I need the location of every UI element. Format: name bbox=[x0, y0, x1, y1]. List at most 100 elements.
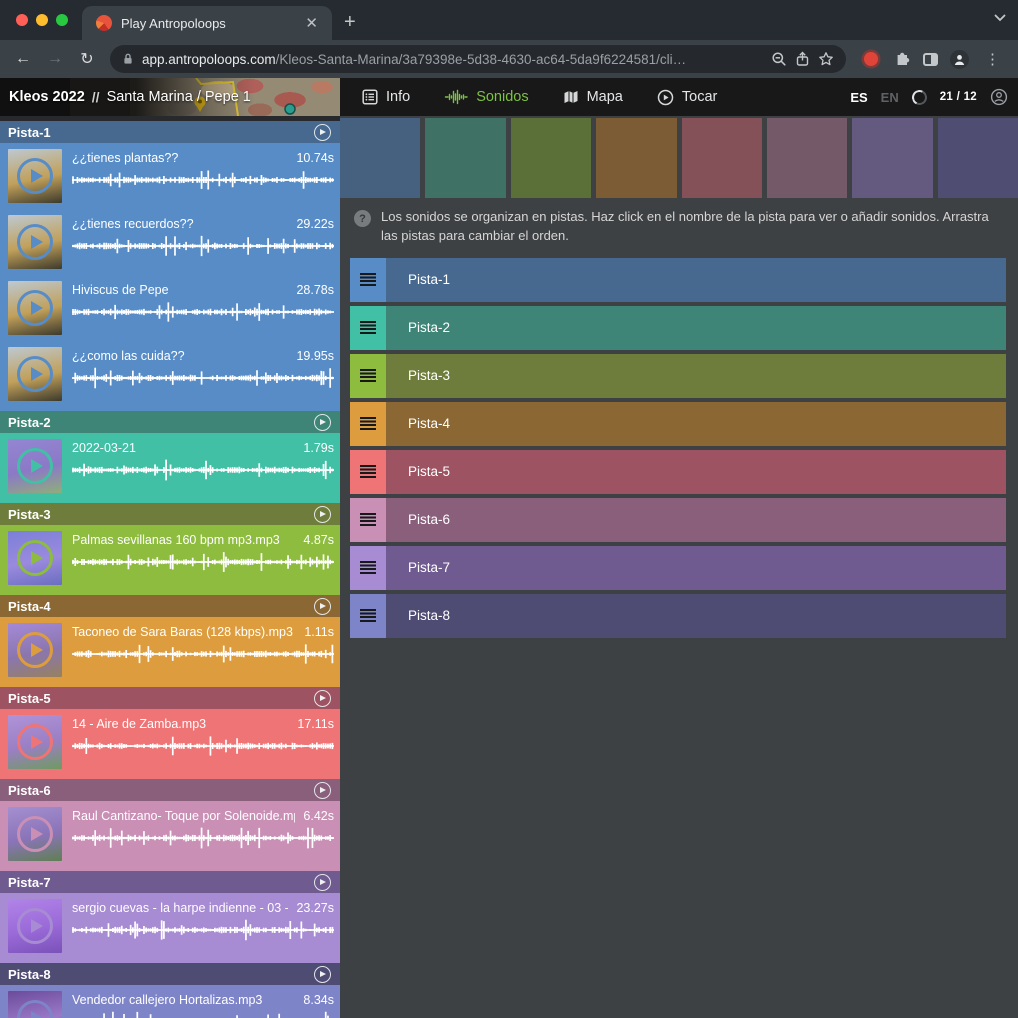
nav-item-mapa[interactable]: Mapa bbox=[563, 89, 623, 105]
tracklist-row[interactable]: Pista-3 bbox=[350, 354, 1006, 398]
clip[interactable]: 2022-03-211.79s bbox=[0, 433, 340, 503]
clip-play-overlay-icon[interactable] bbox=[17, 448, 53, 484]
clip-waveform[interactable] bbox=[72, 234, 334, 258]
track-header[interactable]: Pista-5 bbox=[0, 687, 340, 709]
tab-search-chevron-icon[interactable] bbox=[994, 14, 1006, 22]
track-play-button[interactable] bbox=[314, 782, 331, 799]
clip-waveform[interactable] bbox=[72, 550, 334, 574]
drag-handle[interactable] bbox=[350, 306, 386, 350]
track-play-button[interactable] bbox=[314, 124, 331, 141]
reload-button[interactable]: ↻ bbox=[74, 49, 100, 69]
clip-waveform[interactable] bbox=[72, 734, 334, 758]
clip-play-overlay-icon[interactable] bbox=[17, 632, 53, 668]
drag-handle[interactable] bbox=[350, 594, 386, 638]
track-header[interactable]: Pista-3 bbox=[0, 503, 340, 525]
breadcrumb-project[interactable]: Kleos 2022 bbox=[9, 89, 85, 105]
fullscreen-window-button[interactable] bbox=[56, 14, 68, 26]
clip[interactable]: Hiviscus de Pepe28.78s bbox=[0, 275, 340, 341]
drag-handle[interactable] bbox=[350, 354, 386, 398]
color-swatch[interactable] bbox=[425, 118, 505, 198]
color-swatch[interactable] bbox=[938, 118, 1018, 198]
zoom-out-icon[interactable] bbox=[771, 51, 787, 67]
color-swatch[interactable] bbox=[340, 118, 420, 198]
clip-waveform[interactable] bbox=[72, 300, 334, 324]
clip-waveform[interactable] bbox=[72, 826, 334, 850]
tracklist-row-bar[interactable]: Pista-4 bbox=[386, 402, 1006, 446]
tracklist-row[interactable]: Pista-4 bbox=[350, 402, 1006, 446]
clip-thumbnail[interactable] bbox=[8, 715, 62, 769]
clip[interactable]: Vendedor callejero Hortalizas.mp38.34s bbox=[0, 985, 340, 1018]
browser-tab[interactable]: Play Antropoloops ✕ bbox=[82, 6, 332, 40]
color-swatch[interactable] bbox=[596, 118, 676, 198]
track-header[interactable]: Pista-2 bbox=[0, 411, 340, 433]
clip-play-overlay-icon[interactable] bbox=[17, 290, 53, 326]
nav-item-tocar[interactable]: Tocar bbox=[657, 89, 717, 106]
clip-waveform[interactable] bbox=[72, 366, 334, 390]
color-swatch[interactable] bbox=[511, 118, 591, 198]
tracklist-row-bar[interactable]: Pista-5 bbox=[386, 450, 1006, 494]
menu-kebab-icon[interactable]: ⋮ bbox=[981, 50, 1004, 68]
clip-thumbnail[interactable] bbox=[8, 899, 62, 953]
new-tab-button[interactable]: + bbox=[344, 11, 356, 34]
clip-play-overlay-icon[interactable] bbox=[17, 908, 53, 944]
account-icon[interactable] bbox=[990, 88, 1008, 106]
tracklist-row-bar[interactable]: Pista-1 bbox=[386, 258, 1006, 302]
bookmark-star-icon[interactable] bbox=[818, 51, 834, 67]
lang-en[interactable]: EN bbox=[881, 90, 899, 105]
clip[interactable]: sergio cuevas - la harpe indienne - 03 -… bbox=[0, 893, 340, 963]
color-swatch[interactable] bbox=[852, 118, 932, 198]
extensions-puzzle-icon[interactable] bbox=[894, 51, 911, 68]
share-icon[interactable] bbox=[795, 51, 810, 67]
drag-handle[interactable] bbox=[350, 258, 386, 302]
clip[interactable]: 14 - Aire de Zamba.mp317.11s bbox=[0, 709, 340, 779]
clip[interactable]: ¿¿tienes plantas??10.74s bbox=[0, 143, 340, 209]
clip-thumbnail[interactable] bbox=[8, 807, 62, 861]
clip[interactable]: ¿¿tienes recuerdos??29.22s bbox=[0, 209, 340, 275]
recording-indicator-icon[interactable] bbox=[864, 52, 878, 66]
profile-avatar[interactable] bbox=[950, 50, 969, 69]
clip-thumbnail[interactable] bbox=[8, 149, 62, 203]
tracklist-row[interactable]: Pista-5 bbox=[350, 450, 1006, 494]
color-swatch[interactable] bbox=[767, 118, 847, 198]
color-swatch[interactable] bbox=[682, 118, 762, 198]
clip-thumbnail[interactable] bbox=[8, 281, 62, 335]
tracklist-row-bar[interactable]: Pista-7 bbox=[386, 546, 1006, 590]
clip-thumbnail[interactable] bbox=[8, 439, 62, 493]
clip[interactable]: Raul Cantizano- Toque por Solenoide.mp36… bbox=[0, 801, 340, 871]
clip[interactable]: Palmas sevillanas 160 bpm mp3.mp34.87s bbox=[0, 525, 340, 595]
track-header[interactable]: Pista-1 bbox=[0, 121, 340, 143]
clip-waveform[interactable] bbox=[72, 168, 334, 192]
drag-handle[interactable] bbox=[350, 546, 386, 590]
clip-play-overlay-icon[interactable] bbox=[17, 1000, 53, 1018]
side-panel-icon[interactable] bbox=[923, 53, 938, 66]
tracklist-row[interactable]: Pista-2 bbox=[350, 306, 1006, 350]
tracklist-row[interactable]: Pista-6 bbox=[350, 498, 1006, 542]
clip-play-overlay-icon[interactable] bbox=[17, 356, 53, 392]
clip-waveform[interactable] bbox=[72, 1010, 334, 1018]
clip-thumbnail[interactable] bbox=[8, 347, 62, 401]
clip-play-overlay-icon[interactable] bbox=[17, 816, 53, 852]
clip-thumbnail[interactable] bbox=[8, 991, 62, 1018]
track-play-button[interactable] bbox=[314, 506, 331, 523]
tracklist-row[interactable]: Pista-8 bbox=[350, 594, 1006, 638]
clip-waveform[interactable] bbox=[72, 918, 334, 942]
tracklist-row-bar[interactable]: Pista-6 bbox=[386, 498, 1006, 542]
clip-waveform[interactable] bbox=[72, 642, 334, 666]
track-play-button[interactable] bbox=[314, 966, 331, 983]
url-bar[interactable]: app.antropoloops.com/Kleos-Santa-Marina/… bbox=[110, 45, 846, 73]
tracklist-row-bar[interactable]: Pista-8 bbox=[386, 594, 1006, 638]
nav-item-sonidos[interactable]: Sonidos bbox=[444, 89, 528, 105]
track-header[interactable]: Pista-6 bbox=[0, 779, 340, 801]
back-button[interactable]: ← bbox=[10, 50, 36, 68]
drag-handle[interactable] bbox=[350, 498, 386, 542]
lang-es[interactable]: ES bbox=[850, 90, 867, 105]
drag-handle[interactable] bbox=[350, 402, 386, 446]
close-window-button[interactable] bbox=[16, 14, 28, 26]
track-play-button[interactable] bbox=[314, 690, 331, 707]
track-play-button[interactable] bbox=[314, 414, 331, 431]
clip-waveform[interactable] bbox=[72, 458, 334, 482]
track-header[interactable]: Pista-8 bbox=[0, 963, 340, 985]
tracklist-row[interactable]: Pista-1 bbox=[350, 258, 1006, 302]
tab-close-icon[interactable]: ✕ bbox=[301, 14, 322, 33]
forward-button[interactable]: → bbox=[42, 50, 68, 68]
